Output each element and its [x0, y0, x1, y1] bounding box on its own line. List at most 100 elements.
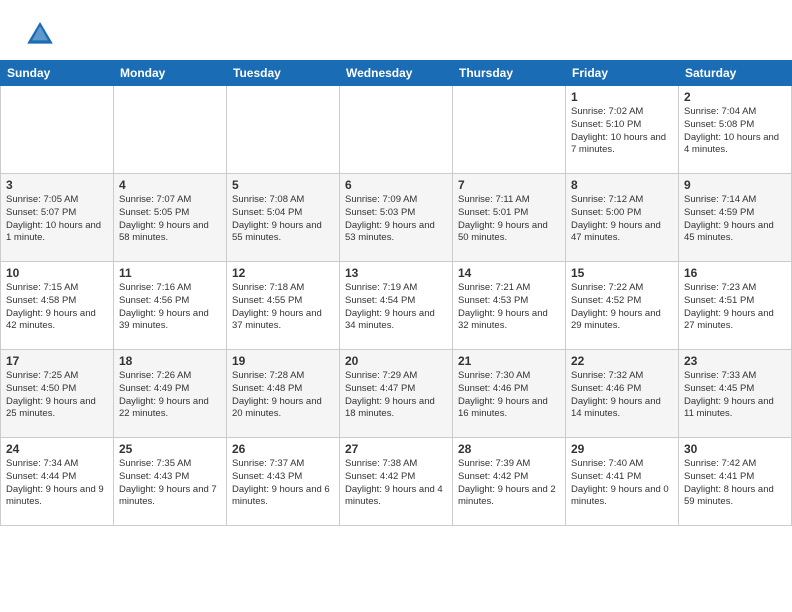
day-number: 29	[571, 442, 673, 456]
calendar-week-row: 10 Sunrise: 7:15 AM Sunset: 4:58 PM Dayli…	[1, 262, 792, 350]
calendar-week-row: 17 Sunrise: 7:25 AM Sunset: 4:50 PM Dayli…	[1, 350, 792, 438]
day-number: 14	[458, 266, 560, 280]
day-number: 9	[684, 178, 786, 192]
day-info: Sunrise: 7:29 AM Sunset: 4:47 PM Dayligh…	[345, 370, 447, 421]
day-info: Sunrise: 7:15 AM Sunset: 4:58 PM Dayligh…	[6, 282, 108, 333]
day-info: Sunrise: 7:23 AM Sunset: 4:51 PM Dayligh…	[684, 282, 786, 333]
calendar-day-cell: 20 Sunrise: 7:29 AM Sunset: 4:47 PM Dayli…	[340, 350, 453, 438]
page-header	[0, 0, 792, 60]
calendar-header-row: SundayMondayTuesdayWednesdayThursdayFrid…	[1, 61, 792, 86]
day-info: Sunrise: 7:22 AM Sunset: 4:52 PM Dayligh…	[571, 282, 673, 333]
day-info: Sunrise: 7:02 AM Sunset: 5:10 PM Dayligh…	[571, 106, 673, 157]
day-number: 15	[571, 266, 673, 280]
calendar-day-cell: 16 Sunrise: 7:23 AM Sunset: 4:51 PM Dayli…	[679, 262, 792, 350]
calendar-day-cell: 29 Sunrise: 7:40 AM Sunset: 4:41 PM Dayli…	[566, 438, 679, 526]
calendar-week-row: 1 Sunrise: 7:02 AM Sunset: 5:10 PM Daylig…	[1, 86, 792, 174]
day-info: Sunrise: 7:33 AM Sunset: 4:45 PM Dayligh…	[684, 370, 786, 421]
day-number: 26	[232, 442, 334, 456]
logo-icon	[24, 18, 56, 50]
weekday-header: Tuesday	[227, 61, 340, 86]
calendar-day-cell: 24Sunrise: 7:34 AM Sunset: 4:44 PM Dayli…	[1, 438, 114, 526]
day-info: Sunrise: 7:05 AM Sunset: 5:07 PM Dayligh…	[6, 194, 108, 245]
calendar-day-cell: 5 Sunrise: 7:08 AM Sunset: 5:04 PM Daylig…	[227, 174, 340, 262]
calendar-day-cell: 15 Sunrise: 7:22 AM Sunset: 4:52 PM Dayli…	[566, 262, 679, 350]
day-number: 13	[345, 266, 447, 280]
calendar-day-cell: 12 Sunrise: 7:18 AM Sunset: 4:55 PM Dayli…	[227, 262, 340, 350]
calendar-day-cell	[340, 86, 453, 174]
day-info: Sunrise: 7:26 AM Sunset: 4:49 PM Dayligh…	[119, 370, 221, 421]
day-number: 1	[571, 90, 673, 104]
day-number: 25	[119, 442, 221, 456]
day-number: 3	[6, 178, 108, 192]
calendar-day-cell: 2 Sunrise: 7:04 AM Sunset: 5:08 PM Daylig…	[679, 86, 792, 174]
day-number: 11	[119, 266, 221, 280]
day-number: 27	[345, 442, 447, 456]
calendar-day-cell	[1, 86, 114, 174]
calendar-day-cell: 26 Sunrise: 7:37 AM Sunset: 4:43 PM Dayli…	[227, 438, 340, 526]
calendar-day-cell: 10 Sunrise: 7:15 AM Sunset: 4:58 PM Dayli…	[1, 262, 114, 350]
day-number: 17	[6, 354, 108, 368]
calendar-day-cell: 6 Sunrise: 7:09 AM Sunset: 5:03 PM Daylig…	[340, 174, 453, 262]
day-number: 30	[684, 442, 786, 456]
day-number: 18	[119, 354, 221, 368]
weekday-header: Friday	[566, 61, 679, 86]
day-number: 6	[345, 178, 447, 192]
calendar-day-cell: 18 Sunrise: 7:26 AM Sunset: 4:49 PM Dayli…	[114, 350, 227, 438]
calendar-day-cell: 11 Sunrise: 7:16 AM Sunset: 4:56 PM Dayli…	[114, 262, 227, 350]
calendar-day-cell: 23Sunrise: 7:33 AM Sunset: 4:45 PM Dayli…	[679, 350, 792, 438]
day-info: Sunrise: 7:30 AM Sunset: 4:46 PM Dayligh…	[458, 370, 560, 421]
day-info: Sunrise: 7:39 AM Sunset: 4:42 PM Dayligh…	[458, 458, 560, 509]
calendar-day-cell: 27 Sunrise: 7:38 AM Sunset: 4:42 PM Dayli…	[340, 438, 453, 526]
day-info: Sunrise: 7:14 AM Sunset: 4:59 PM Dayligh…	[684, 194, 786, 245]
day-info: Sunrise: 7:09 AM Sunset: 5:03 PM Dayligh…	[345, 194, 447, 245]
day-info: Sunrise: 7:40 AM Sunset: 4:41 PM Dayligh…	[571, 458, 673, 509]
weekday-header: Monday	[114, 61, 227, 86]
calendar-day-cell	[453, 86, 566, 174]
day-number: 5	[232, 178, 334, 192]
day-number: 10	[6, 266, 108, 280]
day-info: Sunrise: 7:08 AM Sunset: 5:04 PM Dayligh…	[232, 194, 334, 245]
day-number: 4	[119, 178, 221, 192]
calendar-day-cell	[227, 86, 340, 174]
day-info: Sunrise: 7:16 AM Sunset: 4:56 PM Dayligh…	[119, 282, 221, 333]
calendar-day-cell: 8 Sunrise: 7:12 AM Sunset: 5:00 PM Daylig…	[566, 174, 679, 262]
day-info: Sunrise: 7:42 AM Sunset: 4:41 PM Dayligh…	[684, 458, 786, 509]
day-number: 8	[571, 178, 673, 192]
calendar-day-cell: 13Sunrise: 7:19 AM Sunset: 4:54 PM Dayli…	[340, 262, 453, 350]
day-number: 20	[345, 354, 447, 368]
day-number: 24	[6, 442, 108, 456]
day-info: Sunrise: 7:12 AM Sunset: 5:00 PM Dayligh…	[571, 194, 673, 245]
calendar-day-cell: 30 Sunrise: 7:42 AM Sunset: 4:41 PM Dayli…	[679, 438, 792, 526]
day-info: Sunrise: 7:18 AM Sunset: 4:55 PM Dayligh…	[232, 282, 334, 333]
day-number: 7	[458, 178, 560, 192]
calendar-day-cell: 17 Sunrise: 7:25 AM Sunset: 4:50 PM Dayli…	[1, 350, 114, 438]
calendar-day-cell: 7Sunrise: 7:11 AM Sunset: 5:01 PM Daylig…	[453, 174, 566, 262]
day-info: Sunrise: 7:32 AM Sunset: 4:46 PM Dayligh…	[571, 370, 673, 421]
weekday-header: Sunday	[1, 61, 114, 86]
calendar-day-cell: 1 Sunrise: 7:02 AM Sunset: 5:10 PM Daylig…	[566, 86, 679, 174]
day-number: 16	[684, 266, 786, 280]
calendar-day-cell: 21 Sunrise: 7:30 AM Sunset: 4:46 PM Dayli…	[453, 350, 566, 438]
day-info: Sunrise: 7:04 AM Sunset: 5:08 PM Dayligh…	[684, 106, 786, 157]
day-info: Sunrise: 7:25 AM Sunset: 4:50 PM Dayligh…	[6, 370, 108, 421]
weekday-header: Thursday	[453, 61, 566, 86]
calendar-day-cell: 22 Sunrise: 7:32 AM Sunset: 4:46 PM Dayli…	[566, 350, 679, 438]
calendar-day-cell: 9 Sunrise: 7:14 AM Sunset: 4:59 PM Daylig…	[679, 174, 792, 262]
calendar-day-cell: 19Sunrise: 7:28 AM Sunset: 4:48 PM Dayli…	[227, 350, 340, 438]
day-info: Sunrise: 7:37 AM Sunset: 4:43 PM Dayligh…	[232, 458, 334, 509]
calendar-day-cell: 28 Sunrise: 7:39 AM Sunset: 4:42 PM Dayli…	[453, 438, 566, 526]
calendar-week-row: 3 Sunrise: 7:05 AM Sunset: 5:07 PM Daylig…	[1, 174, 792, 262]
calendar-day-cell	[114, 86, 227, 174]
day-number: 2	[684, 90, 786, 104]
day-info: Sunrise: 7:21 AM Sunset: 4:53 PM Dayligh…	[458, 282, 560, 333]
day-number: 28	[458, 442, 560, 456]
calendar-table: SundayMondayTuesdayWednesdayThursdayFrid…	[0, 60, 792, 526]
weekday-header: Saturday	[679, 61, 792, 86]
day-number: 12	[232, 266, 334, 280]
calendar-day-cell: 25Sunrise: 7:35 AM Sunset: 4:43 PM Dayli…	[114, 438, 227, 526]
day-number: 21	[458, 354, 560, 368]
calendar-day-cell: 14 Sunrise: 7:21 AM Sunset: 4:53 PM Dayli…	[453, 262, 566, 350]
day-info: Sunrise: 7:38 AM Sunset: 4:42 PM Dayligh…	[345, 458, 447, 509]
day-number: 22	[571, 354, 673, 368]
weekday-header: Wednesday	[340, 61, 453, 86]
